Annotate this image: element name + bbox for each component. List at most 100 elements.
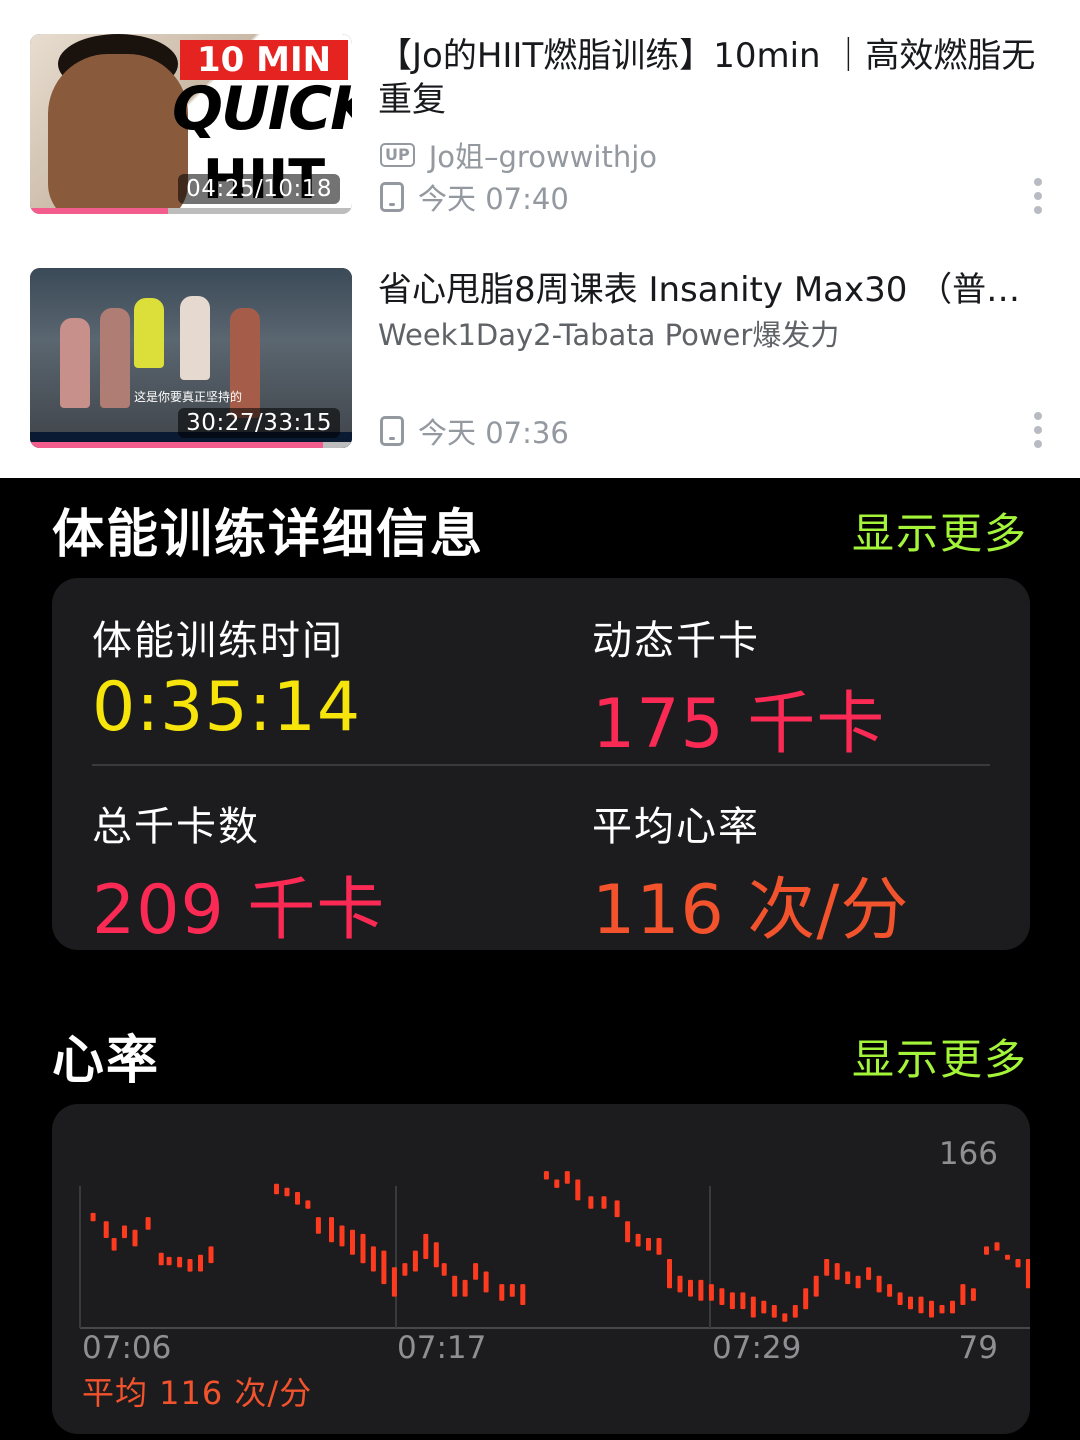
heart-rate-bar (994, 1242, 1000, 1251)
heart-rate-bar (625, 1221, 631, 1243)
watched-time-row: 今天 07:36 (380, 410, 569, 452)
video-title[interactable]: 省心甩脂8周课表 Insanity Max30 （普… (378, 268, 1038, 312)
heart-rate-bar (803, 1288, 809, 1310)
uploader-row[interactable]: UP Jo姐–growwithjo (380, 134, 657, 176)
thumbnail-figure (100, 308, 130, 408)
thumbnail-figure (60, 318, 90, 408)
heart-rate-bar (441, 1263, 447, 1276)
heart-rate-bar (845, 1271, 851, 1285)
heart-rate-bar (132, 1229, 138, 1247)
stats-divider (92, 764, 990, 766)
stat-label: 总千卡数 (92, 804, 260, 850)
video-duration: 04:25/10:18 (178, 174, 340, 204)
stat-label: 动态千卡 (592, 618, 760, 664)
heart-rate-bar (588, 1196, 594, 1209)
heart-rate-bar (90, 1212, 96, 1222)
watch-progress-fill (30, 442, 324, 448)
heart-rate-bar (315, 1217, 321, 1234)
heart-rate-bar (813, 1275, 819, 1297)
stat-value: 175 千卡 (592, 685, 886, 764)
history-item[interactable]: 10 MIN QUICK HIIT 04:25/10:18 【Jo的HIIT燃脂… (0, 30, 1080, 220)
heart-rate-bar (412, 1250, 418, 1272)
heart-rate-bar (698, 1279, 704, 1301)
heart-rate-bar (729, 1292, 735, 1310)
heart-rate-bar (158, 1252, 164, 1266)
heart-rate-bar (122, 1225, 127, 1239)
stat-label: 平均心率 (592, 804, 760, 850)
heart-rate-bar (483, 1271, 489, 1293)
heart-rate-bar (177, 1256, 183, 1268)
heart-rate-bar (350, 1229, 355, 1255)
history-item[interactable]: 这是你要真正坚持的 30:27/33:15 省心甩脂8周课表 Insanity … (0, 264, 1080, 454)
heart-rate-bar (1005, 1254, 1010, 1260)
thumbnail-figure (134, 298, 164, 368)
heart-rate-card[interactable]: 166 79 07:06 07:17 07:29 平均 116 次/分 (52, 1104, 1030, 1434)
watch-progress-fill (30, 208, 169, 214)
heart-rate-average-label: 平均 116 次/分 (82, 1374, 313, 1412)
heart-rate-bar (708, 1284, 714, 1301)
heart-rate-bar (284, 1187, 290, 1197)
heart-rate-bar (274, 1183, 279, 1195)
video-thumbnail[interactable]: 这是你要真正坚持的 30:27/33:15 (30, 268, 352, 448)
heart-rate-bar (575, 1179, 581, 1201)
heart-rate-bar (360, 1233, 366, 1264)
heart-rate-bars (90, 1171, 1030, 1322)
heart-rate-bar (433, 1242, 439, 1268)
heart-rate-bar (462, 1279, 468, 1297)
heart-rate-bar (761, 1300, 767, 1314)
stat-value: 116 次/分 (592, 871, 910, 950)
thumbnail-text-quick: QUICK (172, 74, 352, 144)
stat-label: 体能训练时间 (92, 618, 344, 664)
heart-rate-bar (782, 1313, 788, 1322)
heart-rate-bar (473, 1263, 479, 1280)
heart-rate-bar (339, 1225, 345, 1247)
heart-rate-bar (103, 1221, 109, 1238)
heart-rate-bar (187, 1259, 193, 1272)
stat-total-calories: 总千卡数 209 千卡 (92, 794, 385, 953)
heart-rate-bar (656, 1238, 662, 1255)
heart-rate-bar (198, 1254, 203, 1272)
watched-time: 今天 07:36 (418, 416, 569, 450)
heart-rate-bar (876, 1275, 882, 1293)
stat-active-calories: 动态千卡 175 千卡 (592, 608, 885, 767)
thumbnail-figure (48, 54, 188, 214)
more-options-icon[interactable] (1034, 178, 1044, 214)
heart-rate-bar (855, 1275, 861, 1289)
workout-show-more-link[interactable]: 显示更多 (852, 500, 1028, 561)
heart-rate-bar (667, 1259, 672, 1289)
chart-xtick-label: 07:29 (712, 1330, 802, 1366)
video-duration: 30:27/33:15 (178, 408, 340, 438)
heart-rate-bar (1015, 1259, 1021, 1268)
heart-rate-bar (329, 1217, 334, 1243)
more-options-icon[interactable] (1034, 412, 1044, 448)
video-title[interactable]: 【Jo的HIIT燃脂训练】10min ｜高效燃脂无重复 (378, 34, 1038, 122)
heart-rate-bar (635, 1233, 641, 1247)
chart-xtick-label: 07:17 (397, 1330, 487, 1366)
uploader-name: Jo姐–growwithjo (428, 140, 657, 174)
watched-time-row: 今天 07:40 (380, 176, 569, 218)
heart-rate-bar (554, 1179, 560, 1188)
heart-rate-bar (960, 1284, 966, 1305)
video-thumbnail[interactable]: 10 MIN QUICK HIIT 04:25/10:18 (30, 34, 352, 214)
heart-rate-bar (897, 1292, 903, 1305)
workout-stats-card: 体能训练时间 0:35:14 动态千卡 175 千卡 总千卡数 209 千卡 平… (52, 578, 1030, 950)
workout-details-title: 体能训练详细信息 (52, 505, 485, 565)
heart-rate-bar (381, 1250, 387, 1285)
stat-value: 0:35:14 (92, 668, 362, 747)
heart-rate-bar (908, 1296, 913, 1310)
heart-rate-bar (423, 1233, 429, 1259)
heart-rate-bar (452, 1275, 458, 1297)
heart-rate-bar (719, 1288, 725, 1305)
up-badge-icon: UP (380, 143, 415, 167)
heart-rate-bar (520, 1284, 526, 1305)
heart-rate-bar (834, 1263, 840, 1280)
heart-rate-bar (145, 1217, 151, 1230)
heart-rate-bar (918, 1296, 924, 1314)
watch-progress-track (30, 208, 352, 214)
heart-rate-bar (824, 1259, 830, 1276)
heart-rate-bar (677, 1275, 683, 1293)
heart-rate-show-more-link[interactable]: 显示更多 (852, 1026, 1028, 1087)
heart-rate-bar (370, 1246, 376, 1272)
heart-rate-bar (771, 1305, 777, 1318)
heart-rate-bar (601, 1196, 607, 1209)
